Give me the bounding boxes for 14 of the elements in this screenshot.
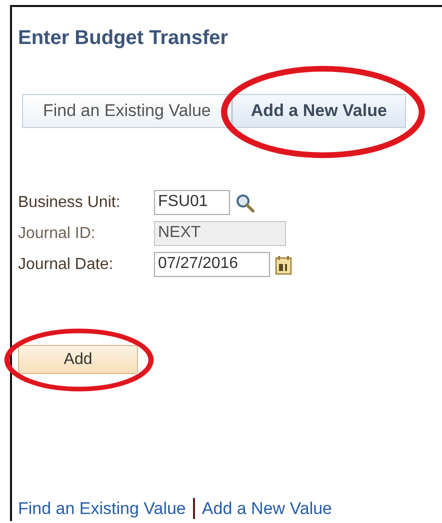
search-icon[interactable] — [235, 192, 255, 212]
field-label: Business Unit: — [18, 194, 122, 212]
page-title: Enter Budget Transfer — [18, 27, 230, 50]
add-button[interactable]: Add — [18, 345, 138, 374]
input-field[interactable]: FSU01 — [154, 190, 230, 215]
input-field: NEXT — [154, 221, 286, 246]
field-label: Journal Date: — [18, 256, 114, 274]
link[interactable]: Add a New Value — [202, 498, 332, 518]
field-label: Journal ID: — [18, 224, 96, 242]
input-field[interactable]: 07/27/2016 — [154, 252, 270, 277]
tab[interactable]: Add a New Value — [232, 94, 406, 128]
tab[interactable]: Find an Existing Value — [22, 94, 232, 128]
link[interactable]: Find an Existing Value — [18, 498, 186, 518]
calendar-icon[interactable] — [275, 254, 292, 274]
